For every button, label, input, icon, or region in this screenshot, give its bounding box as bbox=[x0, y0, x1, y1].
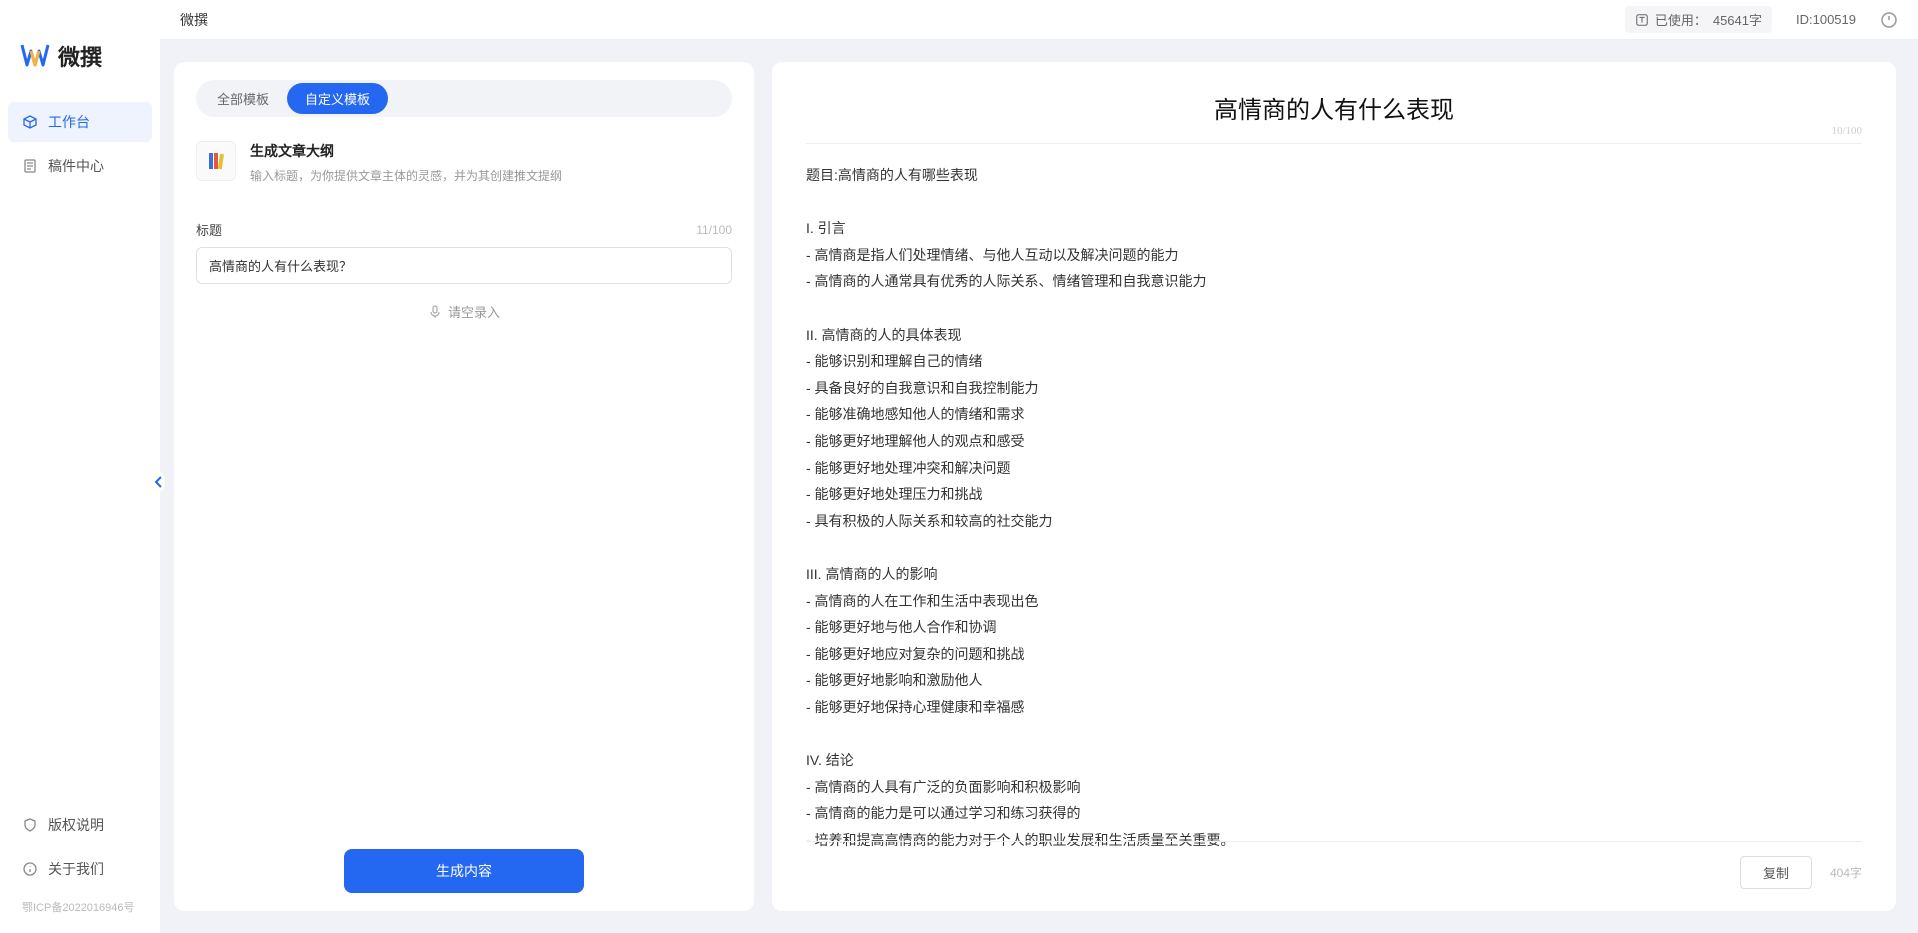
nav-workspace[interactable]: 工作台 bbox=[8, 102, 152, 142]
nav-drafts[interactable]: 稿件中心 bbox=[8, 146, 152, 186]
logo[interactable]: 微撰 bbox=[0, 0, 160, 102]
cube-icon bbox=[22, 114, 38, 130]
icp-text: 鄂ICP备2022016946号 bbox=[8, 893, 152, 921]
topbar: 微撰 已使用： 45641字 ID:100519 bbox=[160, 0, 1918, 40]
sidebar: 微撰 工作台 稿件中心 版权说明 关于我们 鄂ICP备2022016946号 bbox=[0, 0, 160, 933]
template-card: 生成文章大纲 输入标题，为你提供文章主体的灵感，并为其创建推文提纲 bbox=[196, 135, 732, 202]
nav-copyright[interactable]: 版权说明 bbox=[8, 805, 152, 845]
title-counter: 10/100 bbox=[1831, 125, 1862, 137]
document-icon bbox=[22, 158, 38, 174]
generate-button[interactable]: 生成内容 bbox=[344, 849, 584, 893]
text-icon bbox=[1635, 13, 1649, 27]
user-id: ID:100519 bbox=[1796, 12, 1856, 27]
result-title-row: 高情商的人有什么表现 10/100 bbox=[806, 80, 1862, 144]
template-tabs: 全部模板 自定义模板 bbox=[196, 80, 732, 117]
field-counter: 11/100 bbox=[696, 223, 732, 237]
books-icon bbox=[205, 150, 227, 172]
voice-input-button[interactable]: 请空录入 bbox=[196, 302, 732, 321]
usage-label: 已使用： bbox=[1655, 10, 1707, 29]
voice-label: 请空录入 bbox=[448, 302, 500, 321]
word-count: 404字 bbox=[1830, 864, 1862, 881]
usage-pill[interactable]: 已使用： 45641字 bbox=[1625, 6, 1772, 33]
right-panel: 高情商的人有什么表现 10/100 题目:高情商的人有哪些表现 I. 引言 - … bbox=[772, 62, 1896, 911]
collapse-handle-icon[interactable] bbox=[151, 470, 169, 494]
app-title: 微撰 bbox=[180, 10, 208, 30]
power-icon[interactable] bbox=[1880, 11, 1898, 29]
result-footer: 复制 404字 bbox=[806, 841, 1862, 889]
copy-button[interactable]: 复制 bbox=[1740, 856, 1812, 889]
template-icon bbox=[196, 141, 236, 181]
title-input[interactable] bbox=[196, 247, 732, 284]
microphone-icon bbox=[428, 305, 442, 319]
template-desc: 输入标题，为你提供文章主体的灵感，并为其创建推文提纲 bbox=[250, 167, 562, 184]
shield-icon bbox=[22, 817, 38, 833]
nav-label: 版权说明 bbox=[48, 815, 104, 835]
nav-label: 工作台 bbox=[48, 112, 90, 132]
logo-text: 微撰 bbox=[58, 40, 102, 72]
usage-value: 45641字 bbox=[1713, 10, 1762, 29]
result-title: 高情商的人有什么表现 bbox=[1214, 98, 1454, 124]
left-panel: 全部模板 自定义模板 生成文章大纲 输入标题，为你提供文章主体的灵感，并为其创建… bbox=[174, 62, 754, 911]
info-icon bbox=[22, 861, 38, 877]
field-label: 标题 bbox=[196, 220, 222, 239]
logo-icon bbox=[20, 43, 50, 69]
nav-about[interactable]: 关于我们 bbox=[8, 849, 152, 889]
result-body: 题目:高情商的人有哪些表现 I. 引言 - 高情商是指人们处理情绪、与他人互动以… bbox=[806, 144, 1862, 871]
template-title: 生成文章大纲 bbox=[250, 141, 562, 161]
tab-custom-templates[interactable]: 自定义模板 bbox=[287, 83, 388, 114]
tab-all-templates[interactable]: 全部模板 bbox=[199, 83, 287, 114]
nav-label: 稿件中心 bbox=[48, 156, 104, 176]
nav-label: 关于我们 bbox=[48, 859, 104, 879]
